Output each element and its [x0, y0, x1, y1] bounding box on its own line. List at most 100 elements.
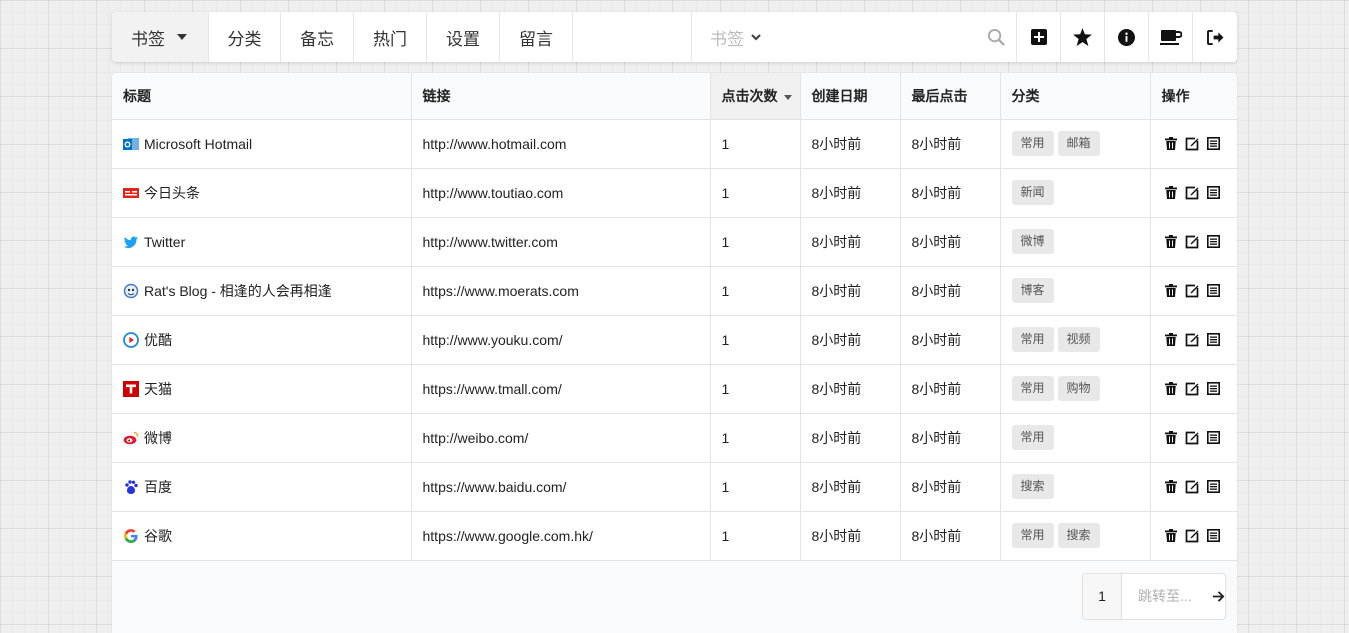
page-jump-input[interactable] — [1122, 574, 1212, 619]
edit-icon[interactable] — [1185, 480, 1199, 494]
url-cell[interactable]: http://www.youku.com/ — [411, 315, 710, 364]
title-cell: Microsoft Hotmail — [112, 119, 411, 168]
search-scope-label: 书签 — [710, 25, 744, 50]
trash-icon[interactable] — [1165, 431, 1177, 444]
star-icon — [1073, 28, 1092, 46]
bookmark-title-link[interactable]: 谷歌 — [144, 526, 172, 546]
last-click-cell: 8小时前 — [900, 413, 1000, 462]
url-cell[interactable]: https://www.tmall.com/ — [411, 364, 710, 413]
bookmark-title-link[interactable]: 天猫 — [144, 379, 172, 399]
title-cell: 百度 — [112, 462, 411, 511]
bookmark-title-link[interactable]: 优酷 — [144, 330, 172, 350]
column-header-title[interactable]: 标题 — [112, 73, 411, 119]
actions-cell — [1150, 217, 1237, 266]
table-header-row: 标题 链接 点击次数 创建日期 最后点击 分类 操作 — [112, 73, 1237, 119]
category-tag[interactable]: 搜索 — [1012, 474, 1054, 499]
category-cell: 博客 — [1000, 266, 1150, 315]
column-header-last-click[interactable]: 最后点击 — [900, 73, 1000, 119]
edit-icon[interactable] — [1185, 284, 1199, 298]
detail-list-icon[interactable] — [1207, 480, 1220, 493]
category-tag[interactable]: 博客 — [1012, 278, 1054, 303]
detail-list-icon[interactable] — [1207, 529, 1220, 542]
last-click-cell: 8小时前 — [900, 217, 1000, 266]
category-tag[interactable]: 常用 — [1012, 327, 1054, 352]
column-header-url[interactable]: 链接 — [411, 73, 710, 119]
trash-icon[interactable] — [1165, 284, 1177, 297]
created-cell: 8小时前 — [800, 266, 900, 315]
bookmark-title-link[interactable]: Twitter — [144, 234, 185, 250]
edit-icon[interactable] — [1185, 235, 1199, 249]
trash-icon[interactable] — [1165, 529, 1177, 542]
edit-icon[interactable] — [1185, 137, 1199, 151]
bookmark-title-link[interactable]: Rat's Blog - 相逢的人会再相逢 — [144, 281, 332, 301]
menu-item-label: 分类 — [228, 25, 262, 50]
coffee-button[interactable] — [1149, 12, 1193, 62]
category-tag[interactable]: 常用 — [1012, 523, 1054, 548]
menu-item-label: 设置 — [446, 25, 480, 50]
url-cell[interactable]: http://www.hotmail.com — [411, 119, 710, 168]
category-tag[interactable]: 新闻 — [1012, 180, 1054, 205]
created-cell: 8小时前 — [800, 315, 900, 364]
edit-icon[interactable] — [1185, 333, 1199, 347]
edit-icon[interactable] — [1185, 186, 1199, 200]
detail-list-icon[interactable] — [1207, 382, 1220, 395]
bookmark-title-link[interactable]: Microsoft Hotmail — [144, 136, 252, 152]
info-button[interactable] — [1105, 12, 1149, 62]
logout-button[interactable] — [1193, 12, 1237, 62]
category-tag[interactable]: 视频 — [1058, 327, 1100, 352]
search-scope-dropdown[interactable]: 书签 — [710, 25, 762, 50]
url-cell[interactable]: https://www.google.com.hk/ — [411, 511, 710, 560]
bookmark-title-link[interactable]: 百度 — [144, 477, 172, 497]
menu-item-settings[interactable]: 设置 — [427, 12, 500, 62]
column-header-created[interactable]: 创建日期 — [800, 73, 900, 119]
page-jump-button[interactable] — [1212, 574, 1225, 619]
url-cell[interactable]: http://www.twitter.com — [411, 217, 710, 266]
menu-item-hot[interactable]: 热门 — [354, 12, 427, 62]
menu-item-message[interactable]: 留言 — [500, 12, 573, 62]
category-tag[interactable]: 邮箱 — [1058, 131, 1100, 156]
trash-icon[interactable] — [1165, 235, 1177, 248]
youku-icon — [123, 332, 139, 348]
category-cell: 常用邮箱 — [1000, 119, 1150, 168]
bookmark-title-link[interactable]: 微博 — [144, 428, 172, 448]
detail-list-icon[interactable] — [1207, 333, 1220, 346]
column-header-clicks[interactable]: 点击次数 — [710, 73, 800, 119]
trash-icon[interactable] — [1165, 382, 1177, 395]
category-tag[interactable]: 搜索 — [1058, 523, 1100, 548]
url-cell[interactable]: https://www.moerats.com — [411, 266, 710, 315]
detail-list-icon[interactable] — [1207, 186, 1220, 199]
bookmark-title-link[interactable]: 今日头条 — [144, 183, 200, 203]
trash-icon[interactable] — [1165, 137, 1177, 150]
category-tag[interactable]: 微博 — [1012, 229, 1054, 254]
tmall-icon — [123, 381, 139, 397]
detail-list-icon[interactable] — [1207, 235, 1220, 248]
category-tag[interactable]: 常用 — [1012, 425, 1054, 450]
menu-bookmarks-dropdown[interactable]: 书签 — [112, 12, 209, 62]
url-cell[interactable]: http://www.toutiao.com — [411, 168, 710, 217]
edit-icon[interactable] — [1185, 382, 1199, 396]
url-cell[interactable]: https://www.baidu.com/ — [411, 462, 710, 511]
add-bookmark-button[interactable] — [1017, 12, 1061, 62]
column-header-category[interactable]: 分类 — [1000, 73, 1150, 119]
favorites-button[interactable] — [1061, 12, 1105, 62]
detail-list-icon[interactable] — [1207, 284, 1220, 297]
actions-cell — [1150, 364, 1237, 413]
edit-icon[interactable] — [1185, 529, 1199, 543]
url-cell[interactable]: http://weibo.com/ — [411, 413, 710, 462]
search-icon[interactable] — [987, 28, 1006, 47]
detail-list-icon[interactable] — [1207, 137, 1220, 150]
menu-item-categories[interactable]: 分类 — [209, 12, 281, 62]
actions-cell — [1150, 119, 1237, 168]
detail-list-icon[interactable] — [1207, 431, 1220, 444]
category-tag[interactable]: 常用 — [1012, 376, 1054, 401]
trash-icon[interactable] — [1165, 480, 1177, 493]
page-number[interactable]: 1 — [1083, 574, 1122, 619]
weibo-icon — [123, 430, 139, 446]
trash-icon[interactable] — [1165, 333, 1177, 346]
trash-icon[interactable] — [1165, 186, 1177, 199]
search-input[interactable] — [762, 28, 987, 47]
menu-item-memo[interactable]: 备忘 — [281, 12, 354, 62]
category-tag[interactable]: 购物 — [1058, 376, 1100, 401]
edit-icon[interactable] — [1185, 431, 1199, 445]
category-tag[interactable]: 常用 — [1012, 131, 1054, 156]
